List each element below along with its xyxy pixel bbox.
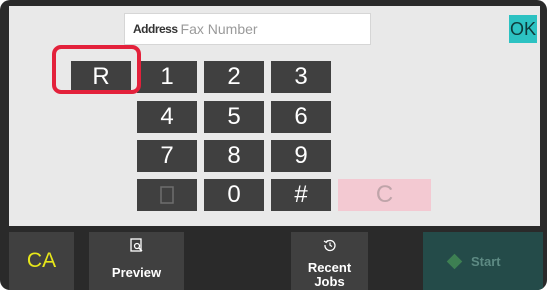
- fax-entry-panel: Address OK R 1 2 3 4 5 6 7 8 9 0 # C: [9, 6, 540, 226]
- pause-key-icon: [160, 186, 174, 204]
- key-4[interactable]: 4: [137, 101, 197, 133]
- key-3[interactable]: 3: [271, 61, 331, 93]
- ok-button[interactable]: OK: [509, 15, 537, 43]
- history-icon: [323, 239, 336, 252]
- key-0[interactable]: 0: [204, 179, 264, 211]
- highlight-outline: [52, 45, 141, 94]
- recent-jobs-button[interactable]: Recent Jobs: [291, 232, 368, 290]
- key-5[interactable]: 5: [204, 101, 264, 133]
- start-label: Start: [471, 254, 501, 269]
- preview-label: Preview: [111, 265, 162, 280]
- start-icon: [446, 253, 463, 270]
- fax-number-field[interactable]: Address: [124, 13, 371, 45]
- preview-icon: [129, 238, 142, 252]
- key-6[interactable]: 6: [271, 101, 331, 133]
- key-7[interactable]: 7: [137, 140, 197, 172]
- key-1[interactable]: 1: [137, 61, 197, 93]
- recent-jobs-label: Recent Jobs: [307, 260, 352, 289]
- key-pause[interactable]: [137, 179, 197, 211]
- device-screen: Address OK R 1 2 3 4 5 6 7 8 9 0 # C CA: [0, 0, 547, 290]
- key-8[interactable]: 8: [204, 140, 264, 172]
- preview-button[interactable]: Preview: [89, 232, 184, 290]
- address-label[interactable]: Address: [133, 22, 178, 36]
- fax-number-input[interactable]: [180, 21, 351, 37]
- key-9[interactable]: 9: [271, 140, 331, 172]
- start-button[interactable]: Start: [423, 232, 543, 290]
- key-2[interactable]: 2: [204, 61, 264, 93]
- ca-button[interactable]: CA: [9, 232, 74, 290]
- clear-button[interactable]: C: [338, 179, 431, 211]
- key-hash[interactable]: #: [271, 179, 331, 211]
